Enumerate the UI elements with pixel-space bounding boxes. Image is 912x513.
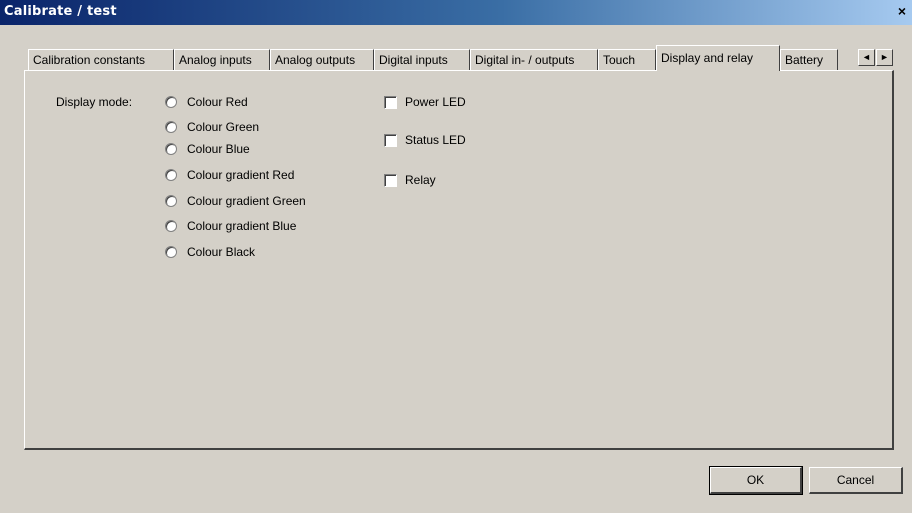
tab-panel (24, 70, 894, 450)
radio-label: Colour gradient Green (187, 194, 306, 208)
tab-battery[interactable]: Battery (780, 49, 838, 71)
checkbox-label: Power LED (405, 95, 466, 109)
radio-colour-gradient-blue[interactable]: Colour gradient Blue (165, 217, 296, 235)
radio-colour-green[interactable]: Colour Green (165, 118, 259, 136)
ok-button[interactable]: OK (709, 466, 803, 495)
radio-colour-red[interactable]: Colour Red (165, 93, 248, 111)
close-icon[interactable]: × (894, 4, 910, 20)
tab-digital-inputs[interactable]: Digital inputs (374, 49, 470, 71)
checkbox-power-led[interactable]: Power LED (384, 93, 466, 111)
display-mode-label: Display mode: (56, 95, 133, 109)
radio-button-icon[interactable] (165, 195, 177, 207)
tab-scroll-buttons: ◄ ► (858, 49, 894, 67)
radio-colour-blue[interactable]: Colour Blue (165, 140, 250, 158)
checkbox-icon[interactable] (384, 133, 397, 147)
checkbox-label: Status LED (405, 133, 466, 147)
scroll-left-icon[interactable]: ◄ (858, 49, 875, 66)
checkbox-icon[interactable] (384, 95, 397, 109)
tab-analog-inputs[interactable]: Analog inputs (174, 49, 270, 71)
tab-touch[interactable]: Touch (598, 49, 656, 71)
checkbox-status-led[interactable]: Status LED (384, 131, 466, 149)
radio-button-icon[interactable] (165, 169, 177, 181)
radio-label: Colour Black (187, 245, 256, 259)
scroll-right-icon[interactable]: ► (876, 49, 893, 66)
calibrate-dialog: Calibrate / test × Calibration constants… (0, 0, 912, 513)
radio-label: Colour gradient Red (187, 168, 295, 182)
radio-label: Colour Blue (187, 142, 250, 156)
radio-label: Colour Green (187, 120, 260, 134)
radio-button-icon[interactable] (165, 220, 177, 232)
checkbox-icon[interactable] (384, 173, 397, 187)
radio-button-icon[interactable] (165, 246, 177, 258)
radio-label: Colour gradient Blue (187, 219, 297, 233)
radio-button-icon[interactable] (165, 96, 177, 108)
radio-colour-gradient-red[interactable]: Colour gradient Red (165, 166, 294, 184)
tab-calibration-constants[interactable]: Calibration constants (28, 49, 174, 71)
checkbox-label: Relay (405, 173, 436, 187)
cancel-button[interactable]: Cancel (809, 467, 903, 494)
title-bar[interactable]: Calibrate / test × (0, 0, 912, 25)
tab-digital-in-outputs[interactable]: Digital in- / outputs (470, 49, 598, 71)
radio-label: Colour Red (187, 95, 248, 109)
tab-analog-outputs[interactable]: Analog outputs (270, 49, 374, 71)
tab-display-and-relay[interactable]: Display and relay (656, 45, 780, 71)
radio-colour-black[interactable]: Colour Black (165, 243, 255, 261)
radio-colour-gradient-green[interactable]: Colour gradient Green (165, 192, 306, 210)
window-title: Calibrate / test (4, 4, 117, 19)
radio-button-icon[interactable] (165, 143, 177, 155)
checkbox-relay[interactable]: Relay (384, 171, 436, 189)
radio-button-icon[interactable] (165, 121, 177, 133)
